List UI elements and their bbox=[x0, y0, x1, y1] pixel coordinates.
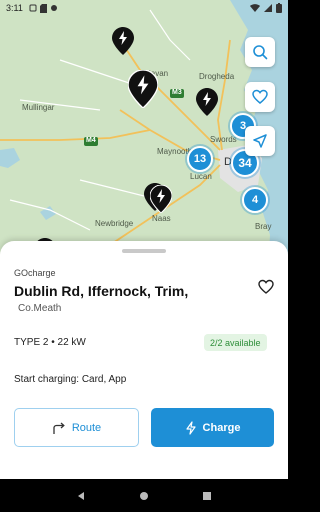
place-label: Lucan bbox=[190, 172, 212, 181]
charge-button[interactable]: Charge bbox=[151, 408, 274, 447]
connector-info: TYPE 2 • 22 kW bbox=[14, 337, 86, 348]
notification-icon bbox=[29, 4, 37, 12]
system-nav-bar bbox=[0, 479, 288, 512]
route-arrow-icon bbox=[53, 422, 65, 434]
search-icon bbox=[253, 45, 268, 60]
locate-button[interactable] bbox=[245, 126, 275, 156]
back-icon[interactable] bbox=[76, 491, 86, 501]
place-label: Bray bbox=[255, 222, 272, 231]
operator-name: GOcharge bbox=[14, 268, 56, 278]
sd-card-icon bbox=[39, 3, 47, 13]
cluster-marker[interactable]: 4 bbox=[242, 187, 268, 213]
charger-pin-icon[interactable] bbox=[196, 88, 218, 116]
charge-button-label: Charge bbox=[202, 421, 241, 434]
route-button-label: Route bbox=[71, 421, 102, 434]
favorites-button[interactable] bbox=[245, 82, 275, 112]
heart-icon bbox=[252, 89, 268, 104]
station-title: Dublin Rd, Iffernock, Trim, bbox=[14, 283, 189, 299]
sheet-drag-handle[interactable] bbox=[122, 249, 166, 253]
availability-badge: 2/2 available bbox=[204, 334, 267, 351]
home-icon[interactable] bbox=[139, 491, 149, 501]
lightning-icon bbox=[185, 420, 196, 435]
station-subtitle: Co.Meath bbox=[18, 303, 62, 314]
wifi-icon bbox=[250, 4, 260, 12]
status-time: 3:11 bbox=[6, 3, 23, 13]
charger-pin-icon[interactable] bbox=[150, 185, 172, 213]
heart-icon bbox=[258, 279, 274, 294]
status-bar: 3:11 bbox=[0, 0, 288, 16]
place-label: Mullingar bbox=[22, 103, 55, 112]
station-details-sheet: GOcharge Dublin Rd, Iffernock, Trim, Co.… bbox=[0, 241, 288, 479]
cluster-marker[interactable]: 13 bbox=[187, 146, 213, 172]
place-label: Swords bbox=[210, 135, 237, 144]
charger-pin-icon[interactable] bbox=[112, 27, 134, 55]
route-button[interactable]: Route bbox=[14, 408, 139, 447]
payment-methods: Start charging: Card, App bbox=[14, 374, 127, 385]
battery-icon bbox=[276, 3, 282, 13]
road-label-m4: M4 bbox=[86, 137, 96, 144]
road-label-m3: M3 bbox=[172, 89, 182, 96]
settings-dot-icon bbox=[50, 5, 57, 11]
place-label: Newbridge bbox=[95, 219, 134, 228]
favorite-station-button[interactable] bbox=[256, 277, 276, 297]
charger-pin-icon[interactable] bbox=[128, 70, 158, 108]
place-label: Drogheda bbox=[199, 72, 235, 81]
navigation-arrow-icon bbox=[253, 134, 267, 148]
signal-icon bbox=[264, 4, 272, 12]
search-button[interactable] bbox=[245, 37, 275, 67]
place-label: Naas bbox=[152, 214, 171, 223]
recents-icon[interactable] bbox=[202, 491, 212, 501]
